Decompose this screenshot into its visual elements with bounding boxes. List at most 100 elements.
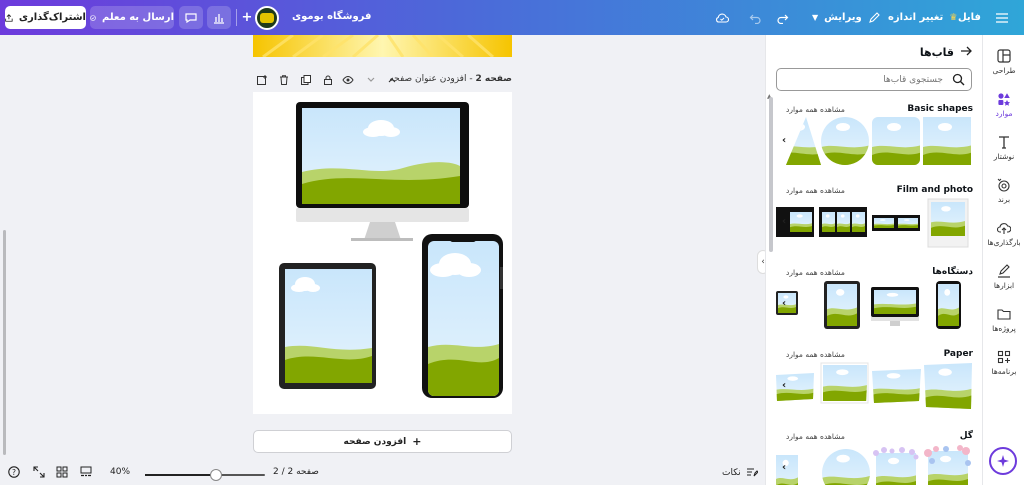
check-circle-icon bbox=[90, 14, 96, 21]
zoom-slider[interactable] bbox=[145, 469, 265, 481]
undo-button[interactable] bbox=[748, 6, 762, 29]
rounded-square-frame-thumb bbox=[872, 117, 920, 165]
see-all-link[interactable]: مشاهده همه موارد bbox=[786, 186, 845, 195]
insights-button[interactable] bbox=[207, 6, 231, 29]
rail-item-uploads[interactable]: بارگذاری‌ها bbox=[983, 221, 1024, 247]
filmstrip-thumb bbox=[819, 207, 867, 237]
ripped-paper-thumb bbox=[872, 369, 921, 403]
draw-icon bbox=[998, 264, 1010, 278]
see-all-link[interactable]: مشاهده همه موارد bbox=[786, 350, 845, 359]
text-icon bbox=[999, 136, 1009, 149]
menu-button[interactable] bbox=[992, 6, 1012, 29]
page-view-button[interactable] bbox=[80, 466, 92, 481]
film-thumbs[interactable] bbox=[776, 197, 973, 249]
basic-shape-thumbs[interactable] bbox=[776, 116, 973, 168]
section-basic-shapes: Basic shapes مشاهده همه موارد ‹ bbox=[776, 104, 973, 182]
comment-icon bbox=[185, 12, 197, 23]
add-page-button[interactable]: افزودن صفحه + bbox=[253, 430, 512, 453]
device-thumbs[interactable] bbox=[776, 279, 973, 331]
send-label: ارسال به معلم bbox=[102, 12, 174, 23]
see-all-link[interactable]: مشاهده همه موارد bbox=[786, 268, 845, 277]
scroll-left-arrow[interactable]: ‹ bbox=[782, 380, 786, 391]
zoom-slider-handle[interactable] bbox=[210, 469, 222, 481]
resize-button[interactable]: تغییر اندازه ♛ bbox=[888, 6, 957, 29]
paper-thumbs[interactable] bbox=[776, 361, 973, 413]
rail-item-apps[interactable]: برنامه‌ها bbox=[983, 350, 1024, 376]
upload-icon bbox=[997, 223, 1011, 234]
panel-title: قاب‌ها bbox=[919, 46, 954, 59]
section-title: دستگاه‌ها bbox=[932, 267, 973, 277]
panel-scrollbar[interactable] bbox=[769, 97, 773, 252]
file-menu[interactable]: فایل bbox=[958, 6, 981, 29]
rail-label: موارد bbox=[995, 109, 1013, 118]
redo-button[interactable] bbox=[776, 6, 790, 29]
chevron-down-icon[interactable] bbox=[365, 74, 377, 86]
search-input[interactable] bbox=[783, 71, 943, 88]
magic-assistant-button[interactable] bbox=[989, 447, 1017, 475]
floral-wreath-thumb bbox=[924, 445, 971, 485]
fullscreen-button[interactable] bbox=[33, 466, 45, 481]
page-number-label: صفحه 2 bbox=[475, 74, 512, 84]
zoom-value[interactable]: 40% bbox=[110, 467, 130, 477]
avatar-logo bbox=[260, 13, 274, 23]
topbar-divider bbox=[236, 9, 237, 26]
crown-icon: ♛ bbox=[949, 12, 958, 23]
scroll-left-arrow[interactable]: ‹ bbox=[782, 298, 786, 309]
scroll-left-arrow[interactable]: ‹ bbox=[782, 462, 786, 473]
page-title-bar[interactable]: صفحه 2 - افزودن عنوان صفحه bbox=[389, 74, 512, 84]
thumb-row: ‹ bbox=[776, 197, 973, 249]
share-button[interactable]: اشتراک‌گذاری bbox=[5, 6, 86, 29]
avatar[interactable] bbox=[255, 6, 279, 30]
chevron-up-icon[interactable] bbox=[386, 74, 398, 86]
scroll-left-arrow[interactable]: ‹ bbox=[782, 216, 786, 227]
cloud-check-icon bbox=[716, 13, 729, 23]
polaroid-frame-thumb bbox=[927, 198, 969, 248]
rail-item-brand[interactable]: برند bbox=[983, 178, 1024, 204]
edit-mode-dropdown[interactable]: ▼ ویرایش bbox=[812, 6, 880, 29]
chevron-down-icon: ▼ bbox=[812, 13, 819, 22]
apps-icon bbox=[997, 350, 1011, 364]
previous-page-strip bbox=[253, 35, 512, 57]
layout-icon bbox=[997, 49, 1011, 63]
comments-button[interactable] bbox=[179, 6, 203, 29]
page-counter[interactable]: صفحه 2 / 2 bbox=[273, 467, 319, 477]
flower-thumbs[interactable] bbox=[776, 443, 973, 485]
icon-rail: طراحی موارد نوشتار برند بارگذاری‌ها ابزا… bbox=[982, 35, 1024, 485]
rail-item-elements[interactable]: موارد bbox=[983, 92, 1024, 118]
rail-item-design[interactable]: طراحی bbox=[983, 49, 1024, 75]
share-upload-icon bbox=[5, 13, 13, 22]
brand-icon bbox=[997, 178, 1010, 192]
rail-label: پروژه‌ها bbox=[992, 324, 1016, 333]
section-title: Film and photo bbox=[896, 185, 973, 195]
phone-frame bbox=[422, 234, 503, 398]
rail-label: نوشتار bbox=[993, 152, 1015, 161]
svg-text:?: ? bbox=[12, 468, 16, 477]
see-all-link[interactable]: مشاهده همه موارد bbox=[786, 105, 845, 114]
device-mockups bbox=[279, 102, 503, 398]
scroll-left-arrow[interactable]: ‹ bbox=[782, 135, 786, 146]
arrow-right-icon[interactable] bbox=[960, 45, 972, 57]
rail-item-projects[interactable]: پروژه‌ها bbox=[983, 307, 1024, 333]
design-page[interactable] bbox=[253, 92, 512, 414]
notes-button[interactable]: نکات bbox=[722, 467, 758, 478]
see-all-link[interactable]: مشاهده همه موارد bbox=[786, 432, 845, 441]
trash-icon[interactable] bbox=[278, 74, 290, 86]
lock-icon[interactable] bbox=[322, 74, 334, 86]
add-page-icon[interactable] bbox=[256, 74, 268, 86]
add-collaborator-button[interactable]: + bbox=[240, 6, 254, 29]
paper-note-thumb bbox=[823, 365, 867, 401]
thumb-row: ‹ bbox=[776, 443, 973, 485]
canvas-scrollbar[interactable] bbox=[3, 230, 6, 455]
eye-icon[interactable] bbox=[342, 74, 354, 86]
cloud-save-button[interactable] bbox=[714, 6, 730, 29]
rail-item-text[interactable]: نوشتار bbox=[983, 135, 1024, 161]
rail-item-tools[interactable]: ابزارها bbox=[983, 264, 1024, 290]
grid-icon bbox=[56, 466, 68, 478]
duplicate-icon[interactable] bbox=[300, 74, 312, 86]
redo-icon bbox=[777, 14, 789, 24]
grid-view-button[interactable] bbox=[56, 466, 68, 481]
help-button[interactable]: ? bbox=[8, 466, 20, 481]
frames-search[interactable] bbox=[776, 68, 972, 91]
circle-frame-thumb bbox=[821, 117, 869, 165]
send-to-teacher-button[interactable]: ارسال به معلم bbox=[90, 6, 174, 29]
